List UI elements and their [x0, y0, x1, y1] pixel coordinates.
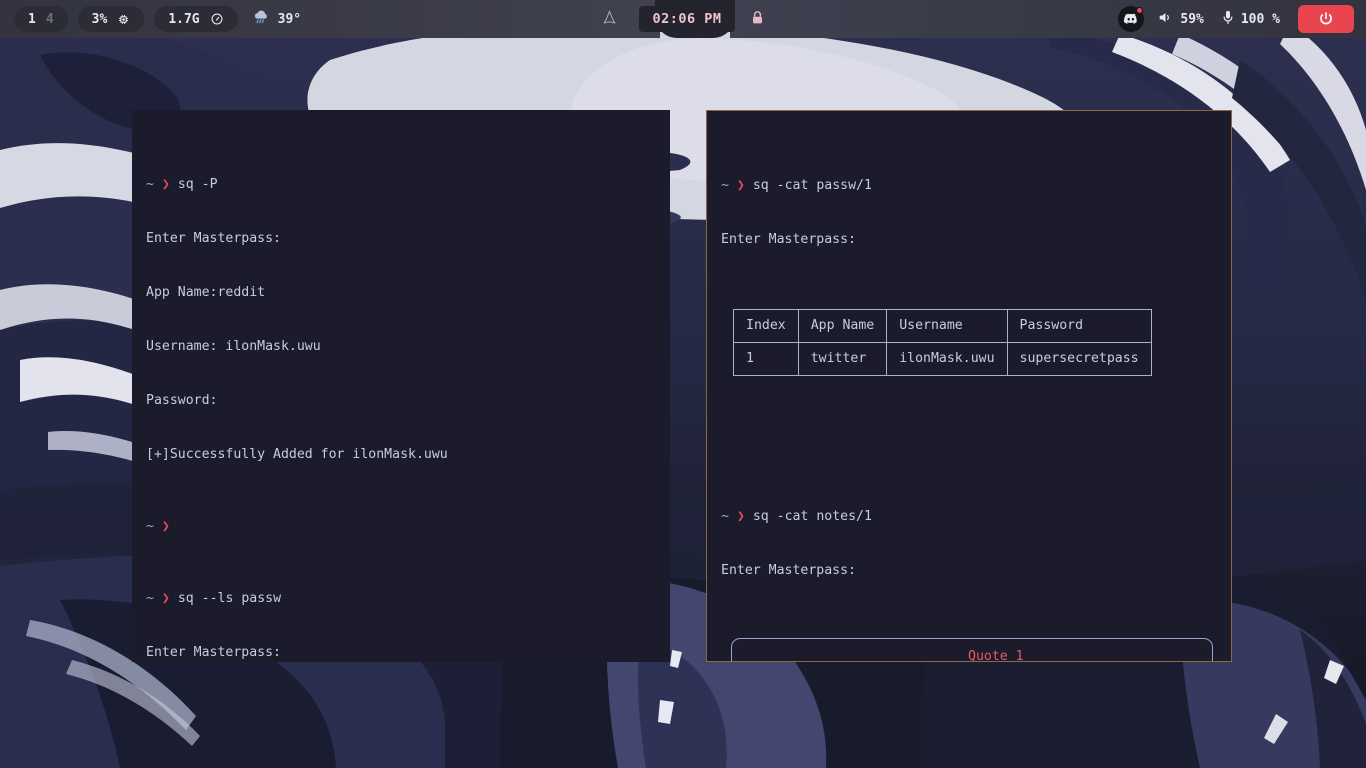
prompt-symbol: ❯	[161, 519, 170, 534]
prompt-path: ~	[146, 177, 154, 192]
top-status-bar: 1 4 3% 1.7G 39° 02:06 PM 59% 100 %	[0, 0, 1366, 38]
prompt-path: ~	[146, 519, 154, 534]
lock-icon[interactable]	[751, 10, 764, 29]
clock[interactable]: 02:06 PM	[639, 6, 735, 32]
prompt-path: ~	[146, 591, 154, 606]
quote-title-wrap: Quote 1	[732, 630, 1212, 661]
column-header-password: Password	[1006, 309, 1152, 343]
column-header-index: Index	[733, 309, 799, 343]
terminal-line-prompt: ~ ❯ sq -cat passw/1	[721, 177, 1217, 195]
column-header-username: Username	[886, 309, 1008, 343]
command-text: sq --ls passw	[177, 591, 282, 606]
cell-username: ilonMask.uwu	[886, 342, 1008, 376]
output-line: Enter Masterpass:	[146, 645, 281, 660]
cell-index: 1	[733, 342, 799, 376]
prompt-path: ~	[721, 178, 729, 193]
table-row: 1 twitter ilonMask.uwu supersecretpass	[733, 342, 1152, 376]
terminal-window-right[interactable]: ~ ❯ sq -cat passw/1 Enter Masterpass: In…	[706, 110, 1232, 662]
output-line: [+]Successfully Added for ilonMask.uwu	[146, 447, 448, 462]
prompt-symbol: ❯	[161, 591, 170, 606]
output-line: Enter Masterpass:	[146, 231, 281, 246]
command-text: sq -cat passw/1	[752, 178, 872, 193]
arch-linux-icon[interactable]	[602, 10, 617, 29]
output-line: Enter Masterpass:	[721, 563, 856, 578]
cell-password: supersecretpass	[1006, 342, 1152, 376]
quote-title: Quote 1	[960, 649, 1032, 661]
output-line: Enter Masterpass:	[721, 232, 856, 247]
command-text: sq -P	[177, 177, 218, 192]
topbar-center-group: 02:06 PM	[0, 0, 1366, 38]
column-header-app-name: App Name	[797, 309, 888, 343]
password-detail-table: Index App Name Username Password 1 twitt…	[733, 309, 1152, 376]
terminal-line-prompt: ~ ❯ sq -cat notes/1	[721, 508, 1217, 526]
cell-app-name: twitter	[797, 342, 888, 376]
command-text: sq -cat notes/1	[752, 509, 872, 524]
prompt-path: ~	[721, 509, 729, 524]
output-line: App Name:reddit	[146, 285, 266, 300]
table-header-row: Index App Name Username Password	[733, 309, 1152, 343]
output-line: Username: ilonMask.uwu	[146, 339, 321, 354]
output-line: Password:	[146, 393, 218, 408]
prompt-symbol: ❯	[736, 509, 745, 524]
terminal-window-left[interactable]: ~ ❯ sq -P Enter Masterpass: App Name:red…	[132, 110, 670, 662]
prompt-symbol: ❯	[161, 177, 170, 192]
quote-panel: Quote 1 “There is only one thing that ma…	[731, 638, 1213, 661]
prompt-symbol: ❯	[736, 178, 745, 193]
terminal-line-prompt: ~ ❯ sq -P	[146, 176, 656, 194]
terminal-line-prompt: ~ ❯ sq --ls passw	[146, 590, 656, 608]
terminal-line-prompt-empty: ~ ❯	[146, 518, 656, 536]
